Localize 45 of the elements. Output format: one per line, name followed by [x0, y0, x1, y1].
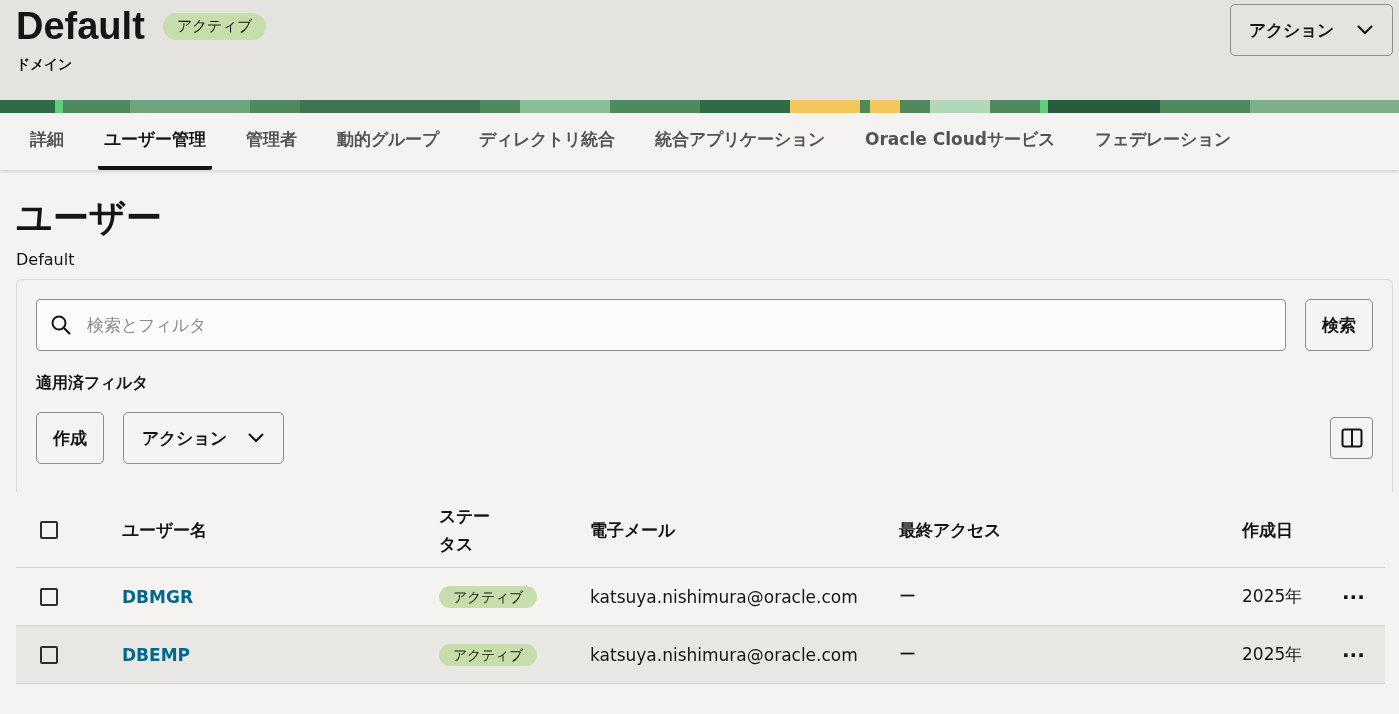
row-menu-button[interactable]: ···	[1338, 642, 1369, 667]
email-text: katsuya.nishimura@oracle.com	[590, 586, 858, 607]
email-text: katsuya.nishimura@oracle.com	[590, 644, 858, 665]
last-access-text: ー	[899, 585, 917, 608]
columns-button[interactable]	[1330, 417, 1373, 459]
create-button[interactable]: 作成	[36, 412, 104, 464]
search-input[interactable]: 検索とフィルタ	[85, 314, 1271, 336]
tab[interactable]: 管理者	[226, 113, 317, 170]
user-name-link[interactable]: DBEMP	[122, 644, 191, 665]
tab[interactable]: Oracle Cloudサービス	[845, 113, 1075, 170]
domain-title: Default	[16, 4, 145, 48]
search-button[interactable]: 検索	[1305, 299, 1373, 351]
column-header: 作成日	[1242, 518, 1294, 542]
created-date-text: 2025年	[1242, 585, 1304, 608]
actions-button[interactable]: アクション	[123, 412, 284, 464]
tab[interactable]: ディレクトリ統合	[459, 113, 635, 170]
chevron-down-icon	[247, 432, 265, 444]
select-all-checkbox[interactable]	[40, 520, 58, 539]
column-header: ユーザー名	[122, 518, 208, 542]
row-menu-button[interactable]: ···	[1338, 584, 1369, 609]
created-date-text: 2025年	[1242, 643, 1304, 666]
column-header: 最終アクセス	[899, 518, 1002, 542]
user-name-link[interactable]: DBMGR	[122, 586, 194, 607]
tab[interactable]: ユーザー管理	[98, 113, 212, 170]
applied-filters-label: 適用済フィルタ	[36, 373, 149, 394]
columns-icon	[1340, 428, 1363, 448]
row-checkbox[interactable]	[40, 587, 58, 606]
column-header: ステータス	[439, 504, 491, 556]
tab[interactable]: 統合アプリケーション	[635, 113, 845, 170]
column-header: 電子メール	[590, 518, 677, 542]
tab[interactable]: 動的グループ	[317, 113, 459, 170]
chevron-down-icon	[1356, 24, 1374, 36]
search-icon	[51, 315, 71, 335]
search-field[interactable]: 検索とフィルタ	[36, 299, 1286, 351]
tab[interactable]: フェデレーション	[1074, 113, 1251, 170]
last-access-text: ー	[899, 643, 917, 666]
row-checkbox[interactable]	[40, 645, 58, 664]
domain-subtitle: ドメイン	[16, 56, 73, 74]
section-title: ユーザー	[16, 196, 163, 240]
tab[interactable]: 詳細	[10, 113, 84, 170]
domain-name: Default	[16, 250, 76, 269]
status-badge: アクティブ	[439, 643, 537, 666]
status-badge: アクティブ	[162, 12, 266, 40]
actions-button[interactable]: アクション	[1230, 4, 1393, 56]
status-badge: アクティブ	[439, 585, 537, 608]
